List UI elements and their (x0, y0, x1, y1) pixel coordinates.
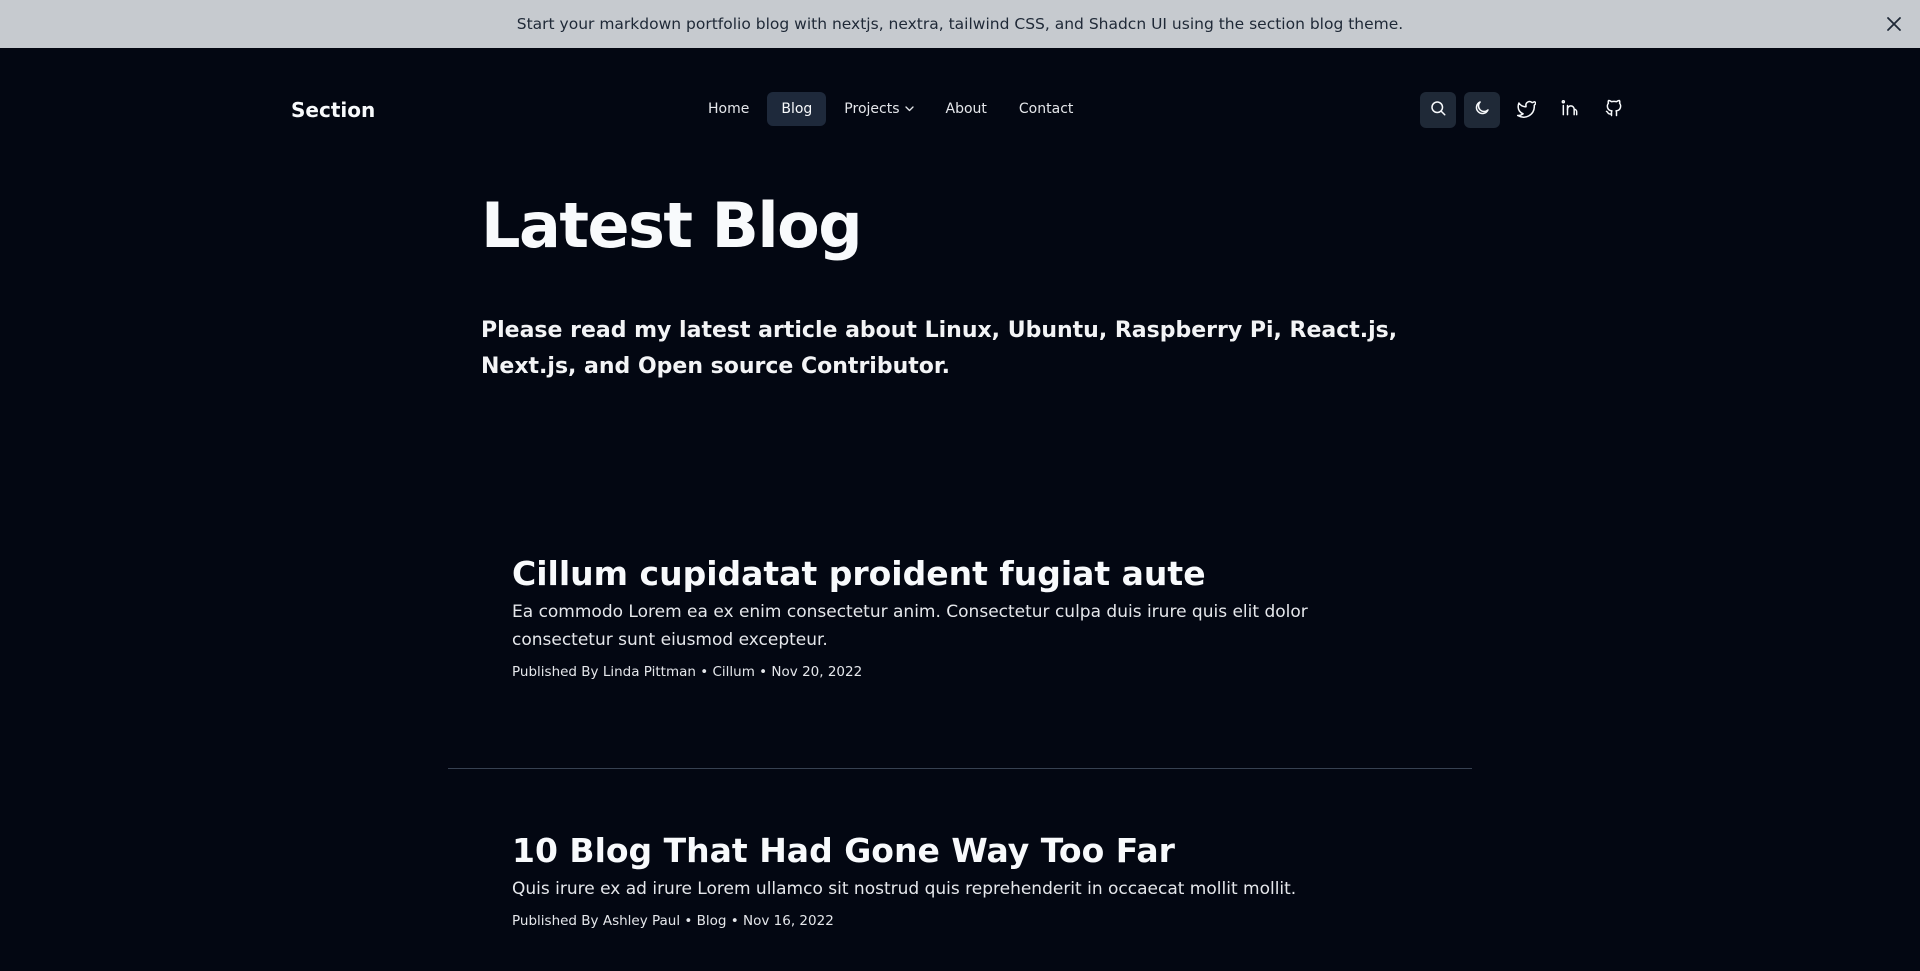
github-icon (1604, 98, 1624, 122)
post-excerpt: Ea commodo Lorem ea ex enim consectetur … (512, 602, 1308, 650)
navbar: Section Home Blog Projects About Contact (0, 48, 1920, 172)
nav-link-home[interactable]: Home (694, 92, 763, 126)
nav-link-label: Projects (844, 101, 900, 117)
nav-link-about[interactable]: About (932, 92, 1001, 126)
nav-link-label: Contact (1018, 101, 1074, 117)
nav-link-blog[interactable]: Blog (767, 92, 827, 126)
banner-text: Start your markdown portfolio blog with … (516, 15, 1404, 33)
nav-link-contact[interactable]: Contact (1005, 92, 1087, 126)
blog-post: Cillum cupidatat proident fugiat aute Ea… (512, 552, 1412, 680)
nav-icons (1420, 92, 1640, 128)
blog-post: 10 Blog That Had Gone Way Too Far Quis i… (512, 829, 1412, 929)
twitter-link[interactable] (1508, 92, 1544, 128)
nav-link-projects[interactable]: Projects (830, 92, 927, 126)
close-icon[interactable] (1882, 12, 1906, 36)
announcement-banner: Start your markdown portfolio blog with … (0, 0, 1920, 48)
search-button[interactable] (1420, 92, 1456, 128)
theme-toggle-button[interactable] (1464, 92, 1500, 128)
nav-link-label: Home (708, 101, 750, 117)
chevron-down-icon (904, 106, 914, 112)
moon-icon (1473, 99, 1491, 121)
post-excerpt: Quis irure ex ad irure Lorem ullamco sit… (512, 879, 1297, 899)
nav-link-label: About (945, 101, 987, 117)
post-title[interactable]: Cillum cupidatat proident fugiat aute (512, 552, 1412, 596)
nav-link-label: Blog (781, 101, 813, 117)
post-meta: Published By Linda Pittman • Cillum • No… (512, 664, 863, 680)
linkedin-link[interactable] (1552, 92, 1588, 128)
post-meta: Published By Ashley Paul • Blog • Nov 16… (512, 913, 834, 929)
page-title: Latest Blog (481, 189, 863, 262)
nav-links: Home Blog Projects About Contact (694, 92, 1091, 126)
search-icon (1429, 99, 1447, 121)
twitter-icon (1516, 98, 1537, 122)
brand-logo[interactable]: Section (291, 98, 375, 122)
page-subtitle: Please read my latest article about Linu… (481, 318, 1398, 379)
post-divider (448, 768, 1472, 769)
github-link[interactable] (1596, 92, 1632, 128)
linkedin-icon (1560, 98, 1580, 122)
post-title[interactable]: 10 Blog That Had Gone Way Too Far (512, 829, 1412, 873)
